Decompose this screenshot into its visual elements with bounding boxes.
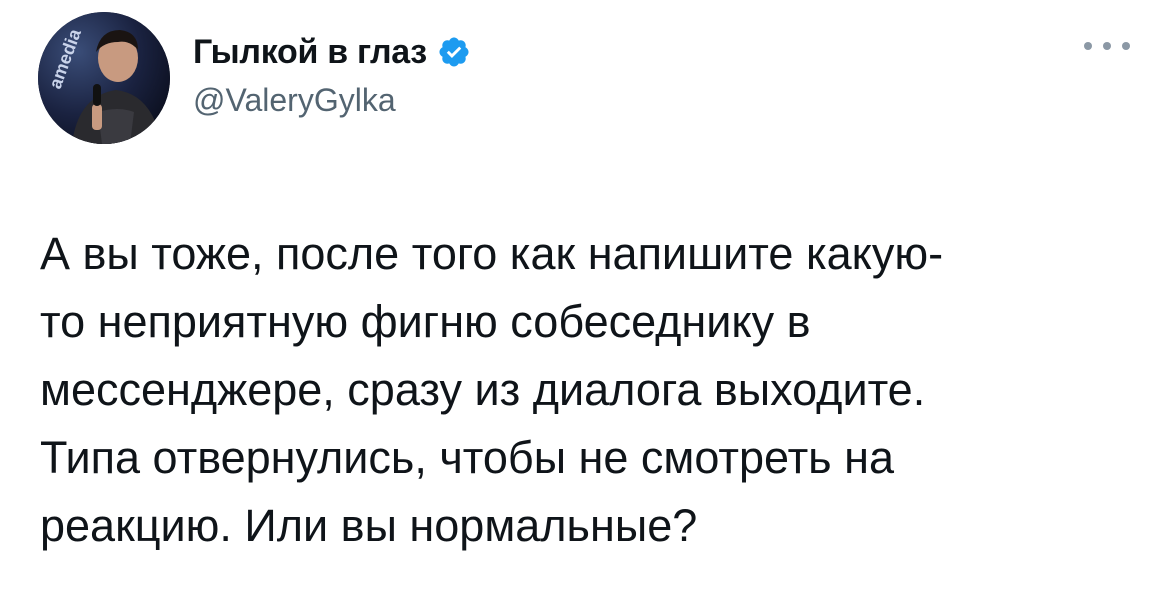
tweet-text-line: Типа отвернулись, чтобы не смотреть на: [40, 432, 895, 483]
verified-badge-icon: [437, 35, 471, 69]
tweet-text: А вы тоже, после того как напишите какую…: [40, 220, 1140, 560]
tweet-text-line: А вы тоже, после того как напишите какую…: [40, 228, 944, 279]
more-horizontal-icon: [1122, 42, 1130, 50]
tweet: amedia Гылкой в глаз @ValeryGylka А вы т…: [0, 0, 1170, 591]
more-horizontal-icon: [1084, 42, 1092, 50]
author-handle[interactable]: @ValeryGylka: [193, 82, 396, 119]
more-options-button[interactable]: [1084, 36, 1130, 56]
tweet-text-line: реакцию. Или вы нормальные?: [40, 500, 698, 551]
tweet-text-line: то неприятную фигню собеседнику в: [40, 296, 811, 347]
avatar[interactable]: amedia: [38, 12, 170, 144]
more-horizontal-icon: [1103, 42, 1111, 50]
display-name[interactable]: Гылкой в глаз: [193, 33, 427, 72]
avatar-image: amedia: [38, 12, 170, 144]
author-name-row: Гылкой в глаз: [193, 28, 471, 76]
tweet-text-line: мессенджере, сразу из диалога выходите.: [40, 364, 926, 415]
